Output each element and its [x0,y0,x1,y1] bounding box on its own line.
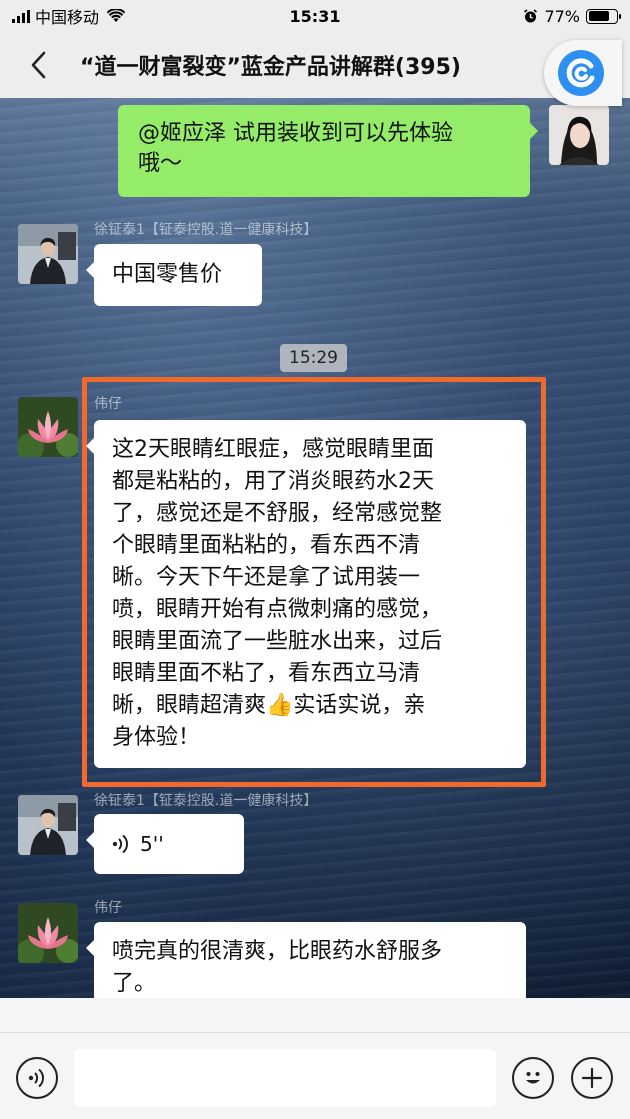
message-line: 哦～ [138,151,183,176]
battery-icon [586,8,621,24]
message-line: 了。 [112,971,157,996]
more-button[interactable] [571,1057,613,1099]
message-bubble-incoming[interactable]: 中国零售价 [86,244,262,306]
battery-percent: 77% [544,6,580,26]
avatar-contact-lotus[interactable] [18,903,78,963]
message-line: @姬应泽 试用装收到可以先体验 [138,121,453,146]
floating-app-button[interactable] [544,40,622,106]
message-line: 这2天眼睛红眼症，感觉眼睛里面 [112,437,434,462]
message-line: 身体验！ [112,725,201,750]
message-timestamp: 15:29 [280,344,347,372]
message-bubble-incoming[interactable]: 这2天眼睛红眼症，感觉眼睛里面 都是粘粘的，用了消炎眼药水2天 了，感觉还是不舒… [86,420,526,768]
message-line: 喷，眼睛开始有点微刺痛的感觉， [112,597,443,622]
plus-icon [581,1067,603,1089]
chat-title: “道一财富裂变”蓝金产品讲解群(395) [80,55,461,80]
chat-header: “道一财富裂变”蓝金产品讲解群(395) [0,32,630,98]
back-icon [31,51,46,79]
message-text: 中国零售价 [112,262,223,287]
sender-name: 伟仔 [94,396,122,412]
avatar-contact-lotus[interactable] [18,397,78,457]
message-bubble-outgoing[interactable]: @姬应泽 试用装收到可以先体验 哦～ [118,105,538,197]
sender-name: 徐钲泰1【钲泰控股.道一健康科技】 [94,222,318,238]
floating-app-icon [558,50,604,96]
battery-fill [588,11,610,21]
sender-name: 伟仔 [94,900,122,916]
message-input[interactable] [74,1049,496,1107]
status-bar: 中国移动 15:31 77% [0,0,630,32]
alarm-icon [524,8,538,22]
back-button[interactable] [18,32,58,98]
voice-icon [112,834,129,854]
avatar-self[interactable] [549,105,609,165]
message-line: 眼睛里面流了一些脏水出来，过后 [112,629,443,654]
input-area-top [0,998,630,1032]
voice-icon [28,1068,45,1088]
voice-input-button[interactable] [16,1057,58,1099]
message-line: 个眼睛里面粘粘的，看东西不清 [112,533,421,558]
voice-message-bubble[interactable]: 5'' [86,814,244,874]
message-line: 眼睛里面不粘了，看东西立马清 [112,661,421,686]
status-time: 15:31 [289,6,341,26]
emoji-button[interactable] [512,1057,554,1099]
carrier-label: 中国移动 [35,8,100,27]
voice-duration: 5'' [140,832,164,856]
message-line: 晰。今天下午还是拿了试用装一 [112,565,421,590]
wifi-icon [107,9,126,22]
signal-icon [12,9,30,23]
sender-name: 徐钲泰1【钲泰控股.道一健康科技】 [94,793,318,809]
avatar-contact[interactable] [18,224,78,284]
emoji-icon [526,1072,540,1084]
message-line: 了，感觉还是不舒服，经常感觉整 [112,501,443,526]
message-line: 都是粘粘的，用了消炎眼药水2天 [112,469,434,494]
message-line: 喷完真的很清爽，比眼药水舒服多 [112,939,443,964]
avatar-contact[interactable] [18,795,78,855]
input-bar [0,1032,630,1119]
message-line: 晰，眼睛超清爽👍实话实说，亲 [112,693,426,718]
